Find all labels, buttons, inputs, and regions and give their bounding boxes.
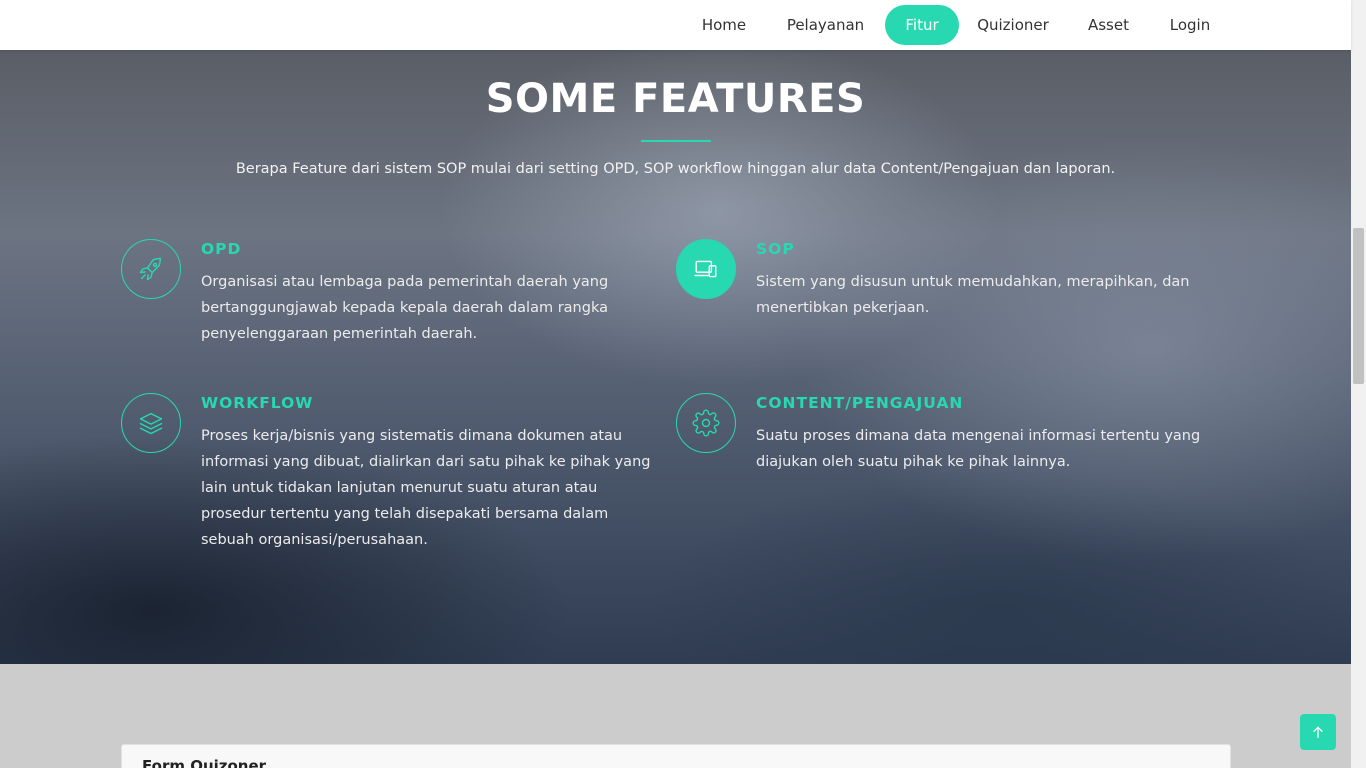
feature-desc-opd: Organisasi atau lembaga pada pemerintah … [201, 274, 609, 342]
features-section: SOME FEATURES Berapa Feature dari sistem… [0, 50, 1351, 664]
section-title: SOME FEATURES [485, 76, 866, 122]
section-subtitle: Berapa Feature dari sistem SOP mulai dar… [235, 161, 1116, 177]
scrollbar-thumb[interactable] [1353, 228, 1364, 384]
navbar: Home Pelayanan Fitur Quizioner Asset Log… [0, 0, 1351, 50]
title-underline [641, 140, 711, 142]
feature-title-workflow: WORKFLOW [201, 394, 314, 412]
devices-icon [676, 239, 736, 299]
arrow-up-icon [1313, 726, 1323, 738]
nav-login[interactable]: Login [1158, 5, 1222, 45]
nav-home[interactable]: Home [689, 5, 759, 45]
scroll-top-button[interactable] [1300, 714, 1336, 750]
layers-icon [121, 393, 181, 453]
feature-title-content: CONTENT/PENGAJUAN [756, 394, 964, 412]
feature-title-sop: SOP [756, 240, 795, 258]
quiz-form-card: Form Quizoner [121, 744, 1231, 768]
nav-asset[interactable]: Asset [1077, 5, 1140, 45]
feature-desc-sop: Sistem yang disusun untuk memudahkan, me… [756, 274, 1190, 316]
form-title: Form Quizoner [142, 757, 267, 768]
feature-desc-workflow: Proses kerja/bisnis yang sistematis dima… [201, 428, 651, 548]
rocket-icon [121, 239, 181, 299]
nav-quizioner[interactable]: Quizioner [969, 5, 1057, 45]
nav-fitur[interactable]: Fitur [885, 5, 959, 45]
page-scrollbar[interactable] [1351, 0, 1366, 768]
nav-pelayanan[interactable]: Pelayanan [775, 5, 876, 45]
gear-icon [676, 393, 736, 453]
feature-title-opd: OPD [201, 240, 242, 258]
feature-desc-content: Suatu proses dimana data mengenai inform… [756, 428, 1201, 470]
